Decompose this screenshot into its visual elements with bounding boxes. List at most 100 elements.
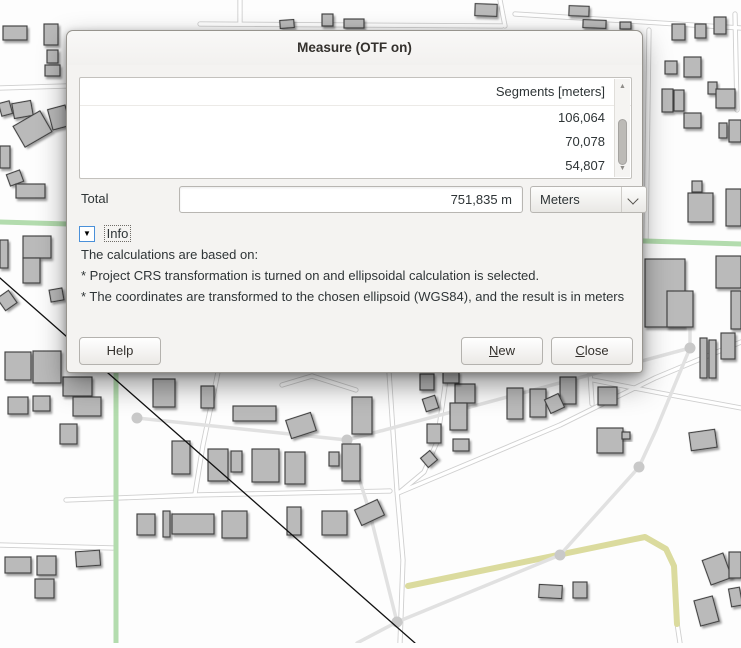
- building: [322, 511, 347, 535]
- building: [443, 372, 459, 383]
- road: [0, 86, 66, 88]
- building: [583, 20, 606, 29]
- building: [729, 120, 741, 142]
- building: [726, 189, 741, 226]
- new-button[interactable]: New: [461, 337, 543, 365]
- segment-row: 106,064: [80, 106, 631, 130]
- building: [598, 387, 617, 405]
- building: [475, 4, 497, 17]
- dropdown-button[interactable]: [621, 187, 646, 212]
- building: [455, 384, 475, 403]
- building: [45, 65, 60, 76]
- building: [709, 340, 716, 378]
- building: [684, 113, 701, 128]
- building: [172, 514, 214, 534]
- path-node: [132, 413, 143, 424]
- building: [153, 379, 175, 407]
- scroll-up-icon[interactable]: ▲: [615, 81, 630, 93]
- building: [620, 22, 631, 29]
- building: [33, 396, 50, 411]
- building: [688, 193, 713, 222]
- building: [201, 386, 214, 408]
- building: [667, 291, 693, 327]
- building: [716, 256, 741, 288]
- total-field[interactable]: 751,835 m: [179, 186, 523, 213]
- building: [427, 424, 441, 443]
- segments-scrollbar[interactable]: ▲ ▼: [614, 79, 630, 177]
- info-expander[interactable]: ▼ Info: [79, 225, 131, 241]
- building: [692, 181, 702, 192]
- building: [16, 184, 45, 198]
- building: [0, 146, 10, 168]
- building: [222, 511, 247, 538]
- path-node: [555, 550, 566, 561]
- building: [280, 20, 295, 29]
- building: [231, 451, 242, 472]
- building: [665, 61, 677, 74]
- building: [507, 388, 523, 419]
- building: [287, 507, 301, 535]
- units-dropdown[interactable]: Meters: [530, 186, 647, 213]
- building: [560, 377, 576, 404]
- info-text: The calculations are based on: * Project…: [81, 244, 632, 307]
- segment-row: 70,078: [80, 130, 631, 154]
- road: [590, 372, 592, 404]
- building: [37, 556, 56, 575]
- building: [721, 333, 735, 359]
- building: [662, 89, 673, 112]
- building: [716, 89, 735, 108]
- chevron-down-icon: [627, 193, 638, 204]
- building: [729, 552, 741, 578]
- building: [450, 403, 467, 430]
- building: [322, 14, 333, 26]
- segments-list[interactable]: Segments [meters] 106,064 70,078 54,807 …: [79, 77, 632, 179]
- building: [695, 24, 706, 38]
- building: [3, 26, 27, 40]
- dialog-titlebar[interactable]: Measure (OTF on): [67, 31, 642, 65]
- building: [49, 288, 64, 302]
- building: [329, 452, 339, 466]
- building: [684, 57, 701, 77]
- close-button[interactable]: Close: [551, 337, 633, 365]
- building: [33, 351, 61, 383]
- building: [23, 236, 51, 258]
- info-line: * Project CRS transformation is turned o…: [81, 265, 632, 286]
- building: [0, 240, 8, 268]
- building: [539, 584, 563, 598]
- measure-dialog: Measure (OTF on) Segments [meters] 106,0…: [66, 30, 643, 373]
- building: [73, 397, 101, 416]
- building: [352, 397, 372, 434]
- building: [342, 444, 360, 481]
- help-button[interactable]: Help: [79, 337, 161, 365]
- building: [530, 389, 546, 417]
- building: [420, 374, 434, 390]
- info-label[interactable]: Info: [104, 225, 132, 242]
- building: [163, 511, 170, 537]
- building: [23, 258, 40, 283]
- building: [44, 24, 58, 45]
- path-node: [392, 617, 403, 628]
- building: [714, 17, 726, 34]
- building: [233, 406, 276, 421]
- building: [172, 441, 190, 474]
- units-selected-value: Meters: [531, 192, 580, 207]
- triangle-down-icon[interactable]: ▼: [79, 226, 95, 242]
- building: [674, 90, 684, 111]
- building: [700, 338, 707, 378]
- building: [76, 550, 101, 567]
- building: [719, 123, 727, 138]
- scrollbar-thumb[interactable]: [618, 119, 627, 165]
- building: [137, 514, 155, 535]
- path-node: [685, 343, 696, 354]
- building: [689, 429, 717, 450]
- building: [569, 6, 589, 17]
- building: [672, 24, 685, 40]
- building: [47, 50, 58, 63]
- info-line: The calculations are based on:: [81, 244, 632, 265]
- scroll-down-icon[interactable]: ▼: [615, 163, 630, 175]
- building: [60, 424, 77, 444]
- building: [63, 377, 92, 396]
- segments-header: Segments [meters]: [80, 78, 631, 106]
- building: [622, 432, 630, 439]
- building: [12, 100, 33, 118]
